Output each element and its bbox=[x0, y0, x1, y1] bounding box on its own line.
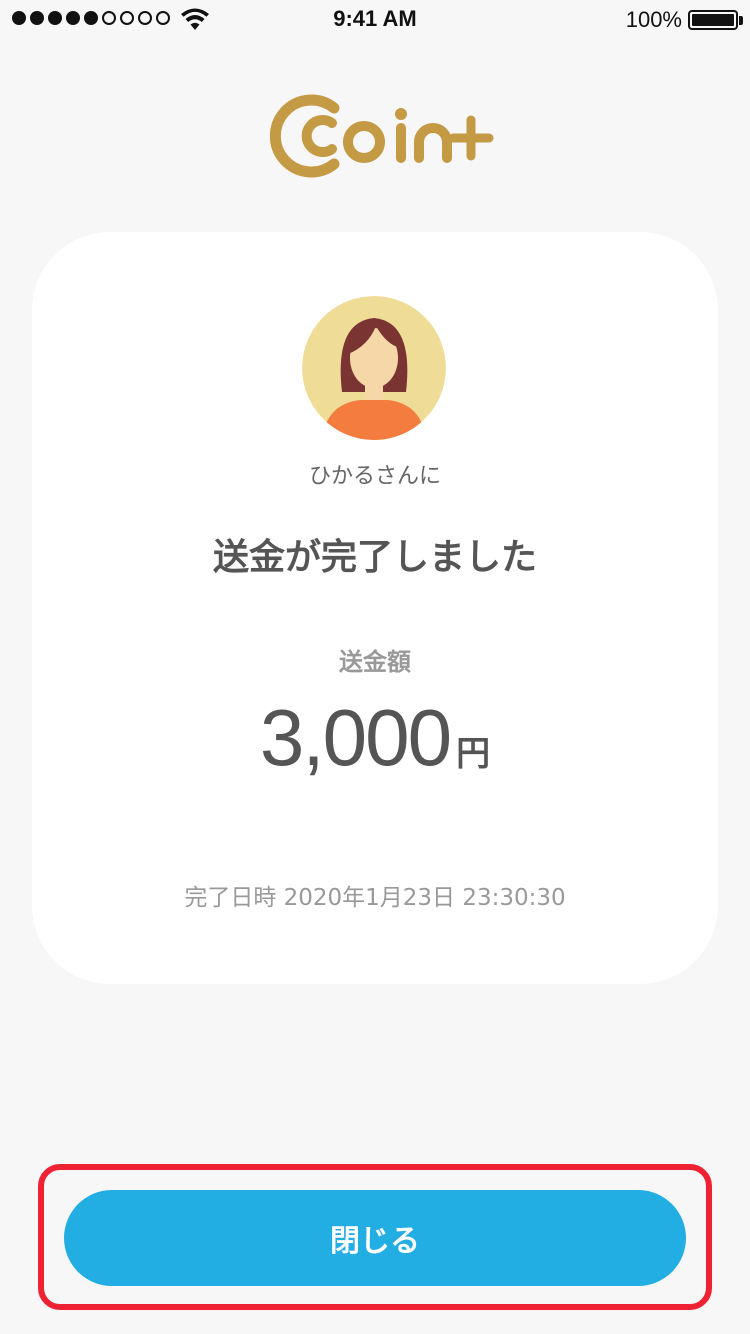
completed-datetime: 完了日時 2020年1月23日 23:30:30 bbox=[184, 885, 566, 911]
recipient-name: ひかるさんに bbox=[308, 464, 441, 489]
transfer-complete-card: ひかるさんに 送金が完了しました 送金額 3,000 円 完了日時 2020年1月… bbox=[32, 232, 718, 984]
amount-display: 3,000 円 bbox=[32, 692, 718, 784]
avatar-icon bbox=[302, 296, 446, 440]
battery-icon bbox=[688, 10, 738, 30]
status-bar: 9:41 AM 100% bbox=[0, 0, 750, 40]
close-button[interactable]: 閉じる bbox=[64, 1190, 686, 1286]
amount-label: 送金額 bbox=[339, 648, 411, 676]
battery-percentage: 100% bbox=[625, 7, 682, 32]
amount-value: 3,000 bbox=[259, 693, 452, 782]
coin-plus-logo bbox=[270, 94, 494, 178]
recipient-avatar bbox=[302, 296, 446, 440]
completion-headline: 送金が完了しました bbox=[212, 537, 537, 578]
battery-cap bbox=[739, 16, 743, 25]
amount-unit: 円 bbox=[456, 734, 491, 774]
